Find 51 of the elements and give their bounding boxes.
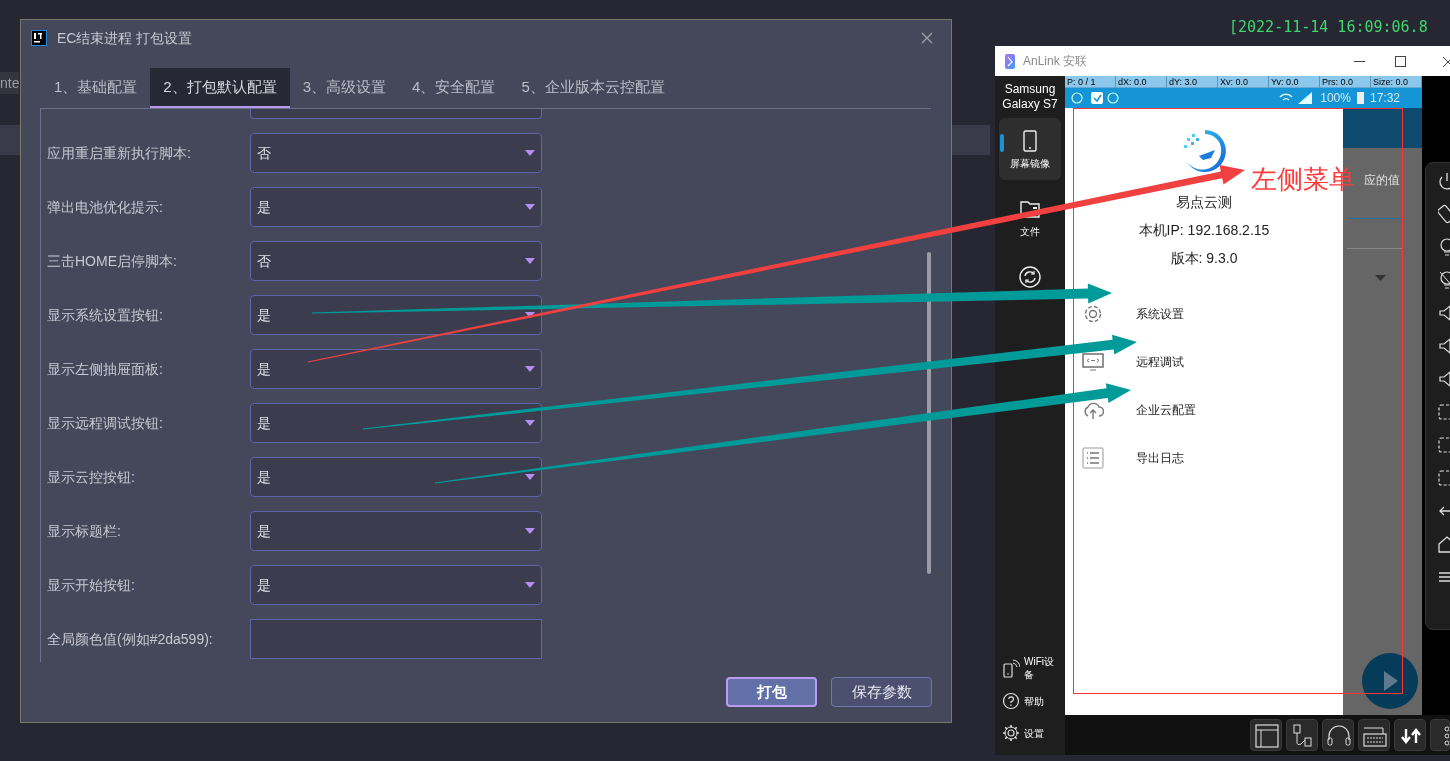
tab[interactable]: 5、企业版本云控配置 [508, 68, 678, 108]
field-label: 弹出电池优化提示: [47, 197, 164, 217]
app-name: 易点云测 [1176, 193, 1232, 212]
select-field[interactable]: 是 [250, 187, 542, 227]
select-field[interactable]: 是 [250, 349, 542, 389]
nav-item[interactable]: 帮助 [995, 685, 1065, 717]
stat-text: dY: 3.0 [1167, 76, 1218, 88]
menu-item[interactable]: 远程调试 [1065, 338, 1343, 386]
ip-text: 本机IP: 192.168.2.15 [1138, 221, 1270, 240]
menu-item[interactable]: 系统设置 [1065, 290, 1343, 338]
select-field[interactable]: 是 [250, 565, 542, 605]
field-label: 显示开始按钮: [47, 575, 136, 595]
tab[interactable]: 2、打包默认配置 [150, 68, 290, 108]
select-field[interactable]: 否 [250, 241, 542, 281]
stat-text: dX: 0.0 [1116, 76, 1167, 88]
stat-text: P: 0 / 1 [1065, 76, 1116, 88]
stat-text: Prs: 0.0 [1320, 76, 1371, 88]
log-text: [2022-11-14 16:09:06.8 [1229, 17, 1428, 38]
code-text: nte [0, 72, 20, 94]
nav-item[interactable]: 屏幕镜像 [999, 118, 1061, 180]
battery-text: 100% [1320, 90, 1351, 107]
version-text: 版本: 9.3.0 [1170, 249, 1238, 268]
tab[interactable]: 4、安全配置 [399, 68, 509, 108]
menu-item[interactable]: 导出日志 [1065, 434, 1343, 482]
clock-text: 17:32 [1369, 90, 1400, 107]
field-label: 显示左侧抽屉面板: [47, 359, 164, 379]
stat-text: Xv: 0.0 [1218, 76, 1269, 88]
select-field[interactable]: 是 [250, 403, 542, 443]
field-label: 显示标题栏: [47, 521, 122, 541]
field-label: 全局颜色值(例如#2da599): [47, 629, 214, 649]
select-field[interactable]: 是 [250, 295, 542, 335]
button[interactable]: 打包 [726, 677, 817, 707]
window-title: EC结束进程 打包设置 [57, 28, 193, 48]
select-field[interactable]: 是 [250, 511, 542, 551]
field-label: 显示系统设置按钮: [47, 305, 164, 325]
menu-item[interactable]: 企业云配置 [1065, 386, 1343, 434]
button[interactable]: 保存参数 [831, 677, 932, 707]
tab[interactable]: 1、基础配置 [41, 68, 151, 108]
nav-item[interactable]: WiFi设备 [995, 655, 1065, 681]
select-field[interactable]: 是 [250, 457, 542, 497]
nav-item[interactable]: 设置 [995, 717, 1065, 749]
hidden-text: 应的值 [1364, 172, 1400, 189]
tab[interactable]: 3、高级设置 [289, 68, 400, 108]
select-field[interactable]: 否 [250, 133, 542, 173]
field-label: 应用重启重新执行脚本: [47, 143, 192, 163]
window-title: AnLink 安联 [1023, 53, 1088, 70]
field-label: 显示远程调试按钮: [47, 413, 164, 433]
stat-text: Yv: 0.0 [1269, 76, 1320, 88]
field-label: 三击HOME启停脚本: [47, 251, 178, 271]
device-name: Samsung Galaxy S7 [1001, 82, 1059, 112]
field-label: 显示云控按钮: [47, 467, 136, 487]
